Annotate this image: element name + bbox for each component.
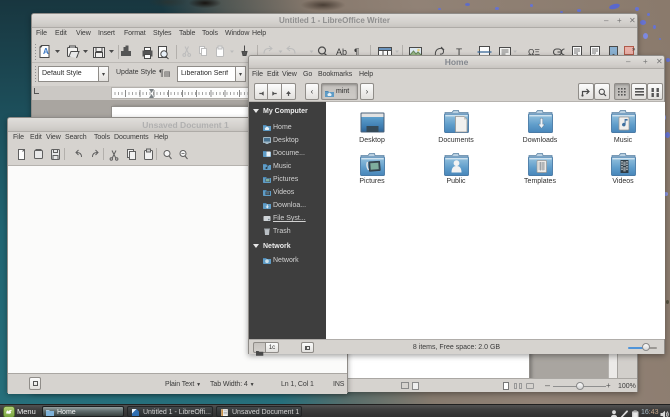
svg-text:»: »	[632, 47, 636, 53]
svg-text:A: A	[43, 47, 49, 56]
